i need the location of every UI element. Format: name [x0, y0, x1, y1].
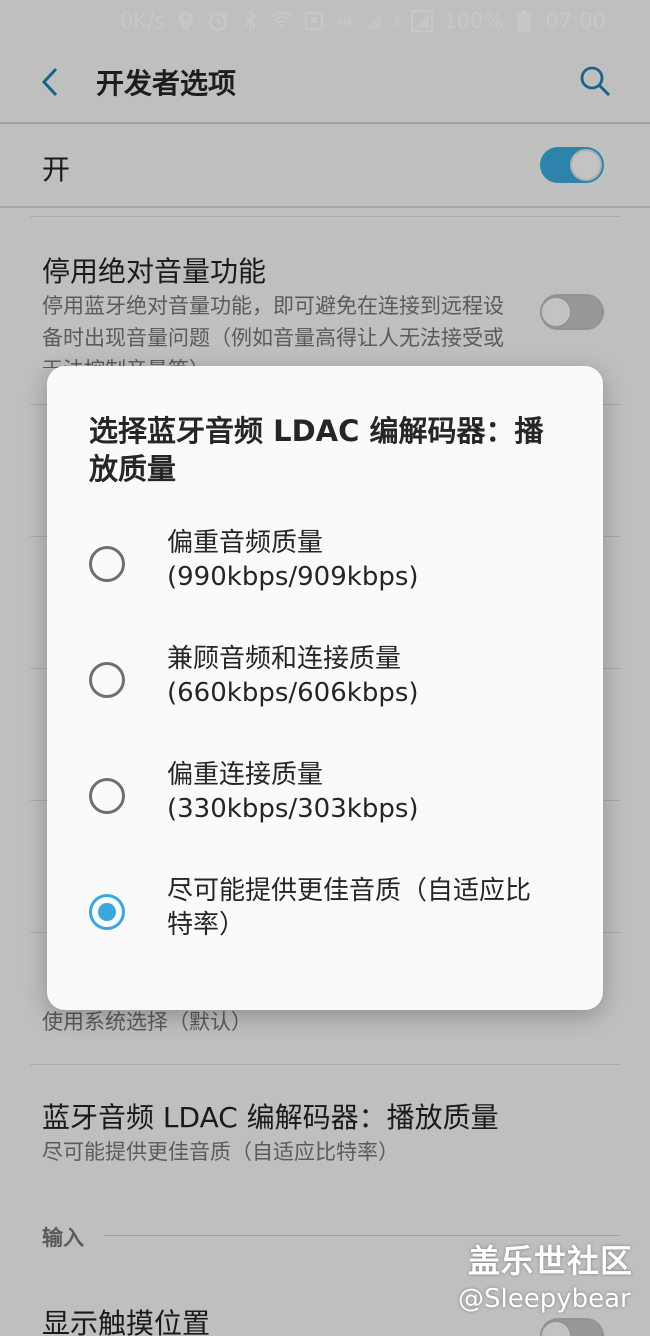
radio-button-selected[interactable] — [89, 894, 125, 930]
option-best-effort[interactable]: 尽可能提供更佳音质（自适应比特率） — [47, 854, 603, 970]
watermark-community: 盖乐世社区 — [468, 1242, 634, 1280]
radio-button[interactable] — [89, 662, 125, 698]
option-label: 偏重音频质量 (990kbps/909kbps) — [167, 528, 419, 592]
option-label: 兼顾音频和连接质量 (660kbps/606kbps) — [167, 644, 419, 708]
option-label: 尽可能提供更佳音质（自适应比特率） — [167, 876, 532, 940]
watermark-user: @Sleepybear — [458, 1284, 631, 1314]
dialog-title: 选择蓝牙音频 LDAC 编解码器：播放质量 — [89, 414, 544, 486]
radio-button[interactable] — [89, 546, 125, 582]
radio-button[interactable] — [89, 778, 125, 814]
option-label: 偏重连接质量 (330kbps/303kbps) — [167, 760, 419, 824]
option-audio-quality[interactable]: 偏重音频质量 (990kbps/909kbps) — [47, 506, 603, 622]
ldac-quality-dialog: 选择蓝牙音频 LDAC 编解码器：播放质量 偏重音频质量 (990kbps/90… — [47, 366, 603, 1010]
option-connection-quality[interactable]: 偏重连接质量 (330kbps/303kbps) — [47, 738, 603, 854]
radio-dot — [98, 903, 116, 921]
option-balanced[interactable]: 兼顾音频和连接质量 (660kbps/606kbps) — [47, 622, 603, 738]
